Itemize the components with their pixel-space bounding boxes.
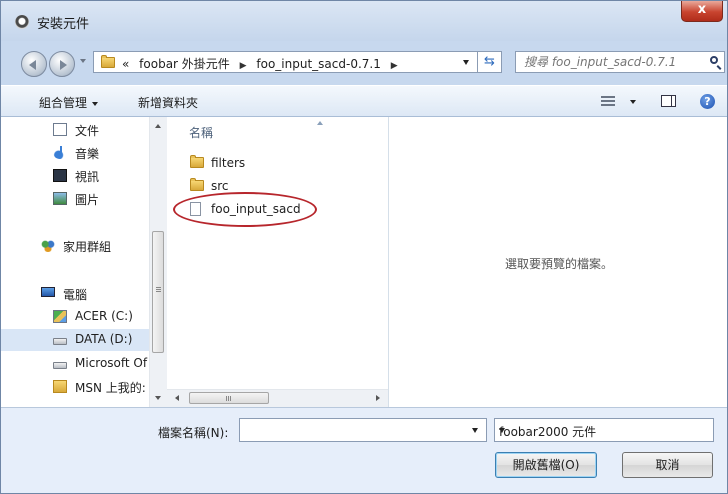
drive-icon [53,362,67,369]
filetype-value: foobar2000 元件 [499,425,597,439]
list-item-filters[interactable]: filters [187,153,377,173]
navigation-bar: « foobar 外掛元件 ▶ foo_input_sacd-0.7.1 ▶ ⇆ [1,41,727,85]
refresh-button[interactable]: ⇆ [478,51,502,73]
close-button[interactable]: x [681,1,723,22]
sidebar-item-msn[interactable]: MSN 上我的: [1,376,149,398]
breadcrumb-separator-icon[interactable]: ▶ [391,61,398,71]
preview-message: 選取要預覽的檔案。 [504,257,613,271]
file-icon [190,202,201,216]
scroll-right-icon[interactable] [376,395,380,401]
organize-label: 組合管理 [39,96,88,110]
filename-label: 檔案名稱(N): [158,426,229,440]
filetype-select[interactable]: foobar2000 元件 [494,418,714,442]
cancel-button[interactable]: 取消 [622,452,713,478]
breadcrumb-separator-icon[interactable]: ▶ [240,61,247,71]
horizontal-scrollbar[interactable] [167,389,388,407]
sidebar-item-label: 電腦 [63,288,88,302]
file-name: src [211,179,229,193]
computer-icon [41,287,55,297]
command-toolbar: 組合管理 新增資料夾 ? [1,85,727,117]
organize-menu-button[interactable]: 組合管理 [39,94,99,111]
document-icon [53,123,67,136]
homegroup-icon [41,239,55,252]
filename-input[interactable] [243,421,463,439]
address-history-dropdown[interactable] [463,60,469,65]
sidebar-item-documents[interactable]: 文件 [1,119,149,141]
sidebar-item-music[interactable]: 音樂 [1,142,149,164]
sidebar-item-pictures[interactable]: 圖片 [1,188,149,210]
views-dropdown[interactable] [630,100,636,104]
sidebar-item-label: 音樂 [75,147,100,161]
scroll-down-icon[interactable] [155,396,161,400]
search-input[interactable] [524,53,694,71]
navigation-pane: 文件 音樂 視訊 圖片 家用群組 電腦 ACER (C:) DATA (D:) [1,117,167,407]
folder-icon [190,155,204,168]
sidebar-item-label: 圖片 [75,193,100,207]
file-name: foo_input_sacd [211,202,301,216]
search-icon[interactable] [710,56,718,64]
folder-icon [101,55,115,68]
video-icon [53,169,67,182]
chevron-down-icon [92,101,99,106]
recent-pages-dropdown[interactable] [80,59,86,63]
forward-button[interactable] [49,51,75,77]
scrollbar-thumb[interactable] [152,231,164,353]
sidebar-item-label: 視訊 [75,170,100,184]
file-name: filters [211,156,246,170]
open-file-dialog: 安裝元件 x « foobar 外掛元件 ▶ foo_input_sacd-0.… [0,0,728,494]
breadcrumb-overflow[interactable]: « [122,57,129,71]
sidebar-item-label: ACER (C:) [75,309,133,323]
sort-ascending-icon [317,121,323,125]
back-button[interactable] [21,51,47,77]
sidebar-item-drive-c[interactable]: ACER (C:) [1,306,149,328]
grip-icon [156,287,161,292]
address-bar[interactable]: « foobar 外掛元件 ▶ foo_input_sacd-0.7.1 ▶ [93,51,478,73]
sidebar-item-label: DATA (D:) [75,332,133,346]
folder-icon [190,178,204,191]
dialog-footer: 檔案名稱(N): foobar2000 元件 開啟舊檔(O) 取消 [1,407,727,493]
window-title: 安裝元件 [37,17,90,32]
file-list: 名稱 filters src foo_input_sacd [167,117,389,407]
scrollbar-thumb[interactable] [189,392,269,404]
search-box[interactable] [515,51,725,73]
filename-combo[interactable] [239,418,487,442]
column-header-name[interactable]: 名稱 [189,124,213,141]
breadcrumb-foobar-plugins[interactable]: foobar 外掛元件 [139,57,230,71]
preview-pane-icon[interactable] [661,95,676,107]
title-bar: 安裝元件 x [1,1,727,41]
help-icon[interactable]: ? [700,94,715,109]
sidebar-item-homegroup[interactable]: 家用群組 [1,235,149,257]
drive-icon [53,338,67,345]
app-icon [15,15,29,29]
sidebar-item-drive-d[interactable]: DATA (D:) [1,329,149,351]
chevron-down-icon[interactable] [499,428,505,433]
new-folder-button[interactable]: 新增資料夾 [138,94,198,111]
sidebar-item-microsoft-office[interactable]: Microsoft Of [1,353,149,375]
drive-icon [53,310,67,323]
chevron-down-icon[interactable] [472,428,478,433]
folder-icon [53,380,67,393]
breadcrumb-current-folder[interactable]: foo_input_sacd-0.7.1 [256,57,380,71]
open-button[interactable]: 開啟舊檔(O) [495,452,597,478]
sidebar-item-video[interactable]: 視訊 [1,165,149,187]
views-icon[interactable] [601,96,615,106]
sidebar-item-label: Microsoft Of [75,356,148,370]
sidebar-item-computer[interactable]: 電腦 [1,283,149,305]
grip-icon [226,396,232,401]
sidebar-item-label: 家用群組 [63,240,112,254]
sidebar-item-label: 文件 [75,124,100,138]
scroll-left-icon[interactable] [175,395,179,401]
list-item-foo-input-sacd[interactable]: foo_input_sacd [187,199,377,219]
navigation-scrollbar[interactable] [149,117,167,407]
sidebar-item-label: MSN 上我的: [75,381,146,395]
scroll-up-icon[interactable] [155,124,161,128]
picture-icon [53,192,67,205]
list-item-src[interactable]: src [187,176,377,196]
breadcrumb: « foobar 外掛元件 ▶ foo_input_sacd-0.7.1 ▶ [122,55,404,72]
preview-pane: 選取要預覽的檔案。 [389,117,727,407]
music-icon [53,146,67,159]
